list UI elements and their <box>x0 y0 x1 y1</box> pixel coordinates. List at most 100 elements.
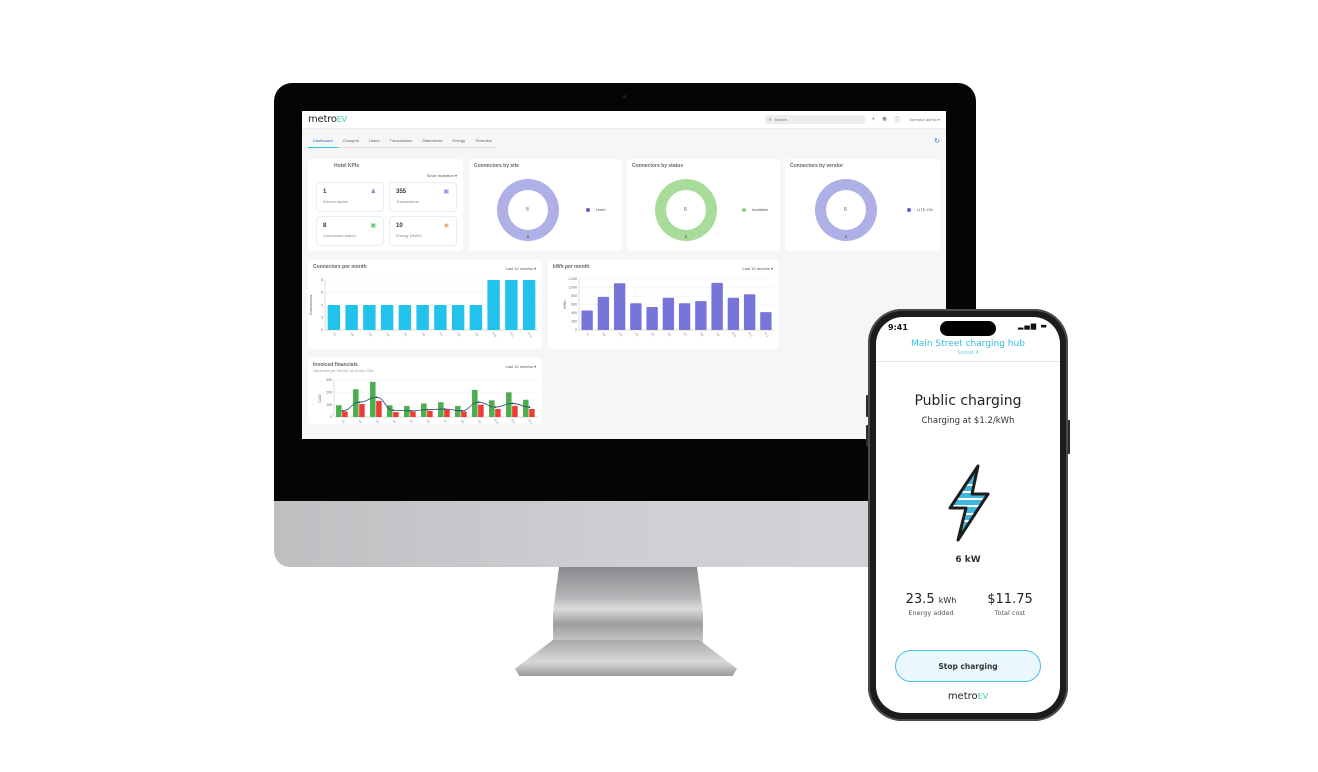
bar <box>469 305 483 330</box>
tab-energy[interactable]: Energy <box>447 137 471 148</box>
cost-bar <box>495 408 501 417</box>
revenue-bar <box>438 402 444 417</box>
tab-timeview[interactable]: Timeview <box>470 137 497 148</box>
connectors-by-site-card: Connectors by site 8 8 Hotel <box>469 159 622 251</box>
bar <box>363 305 376 330</box>
cost-bar <box>410 411 416 417</box>
bar <box>327 305 341 330</box>
legend-item[interactable]: Hotel <box>586 207 605 212</box>
bar <box>522 280 536 330</box>
kpi-energy: 10 Energy (MWh) ◉ <box>389 216 457 246</box>
invoiced-financials-card: Invoiced financials Values are pre Tax/V… <box>308 358 542 424</box>
hub-name: Main Street charging hub <box>911 339 1025 349</box>
donut-slice-label: 8 <box>685 235 687 239</box>
legend-item[interactable]: LITE-ON <box>907 207 933 212</box>
legend-item[interactable]: Available <box>742 207 768 212</box>
revenue-bar <box>506 392 512 417</box>
trend-point <box>494 406 497 409</box>
plus-icon[interactable]: + <box>872 117 876 123</box>
x-tick-label: M6 <box>666 332 672 338</box>
y-axis-label: kWh <box>562 301 567 309</box>
trend-point <box>511 402 514 405</box>
trend-point <box>460 409 463 412</box>
cost-bar <box>444 409 450 417</box>
search-input[interactable]: ⚲ Search <box>764 115 865 124</box>
connectors-by-vendor-card: Connectors by vendor 8 8 LITE-ON <box>785 159 940 251</box>
donut-slice-label: 8 <box>845 235 847 239</box>
kpi-value: 1 <box>323 189 327 195</box>
kpi-label: Connectors added <box>323 233 356 238</box>
x-tick-label: M12 <box>527 418 534 424</box>
x-tick-label: M5 <box>650 332 656 338</box>
status-time: 9:41 <box>888 323 908 332</box>
trend-point <box>477 401 480 404</box>
kwh-per-month-chart: 0 200 400 600 800 1,000 1,200 kWh M1 M2 M3 M4 M5 M6 M7… <box>562 277 774 338</box>
dashboard-screen: metroEV ⚲ Search + ❋ ⓘ Operator admin ▾ … <box>302 111 946 439</box>
revenue-bar <box>489 400 495 417</box>
y-tick-label: 200 <box>326 391 332 395</box>
y-tick-label: 1,000 <box>568 286 577 290</box>
bar <box>613 283 626 330</box>
x-tick-label: M9 <box>715 332 721 338</box>
y-tick-label: 200 <box>571 320 577 324</box>
legend-dot <box>742 207 746 212</box>
x-tick-label: M9 <box>477 419 483 424</box>
revenue-bar <box>523 399 529 417</box>
x-tick-label: M8 <box>456 332 462 338</box>
bar <box>760 312 772 330</box>
legend-label: Hotel <box>596 207 606 212</box>
revenue-bar <box>370 381 376 417</box>
y-tick-label: 2 <box>321 316 323 320</box>
total-cost-value: $11.75 <box>987 592 1033 607</box>
tab-users[interactable]: Users <box>364 137 385 148</box>
cost-bar <box>393 412 399 417</box>
x-tick-label: M11 <box>509 331 516 338</box>
x-tick-label: M9 <box>474 332 480 338</box>
x-tick-label: M10 <box>491 331 498 338</box>
gear-icon[interactable]: ❋ <box>882 116 887 123</box>
cost-bar <box>376 400 382 417</box>
bar <box>678 303 691 330</box>
trend-point <box>443 408 446 410</box>
bar <box>416 305 429 330</box>
trend-point <box>392 409 395 412</box>
stop-charging-button[interactable]: Stop charging <box>895 650 1041 682</box>
kpi-title: Hotel KPIs <box>334 163 360 169</box>
top-bar: metroEV ⚲ Search + ❋ ⓘ Operator admin ▾ <box>302 111 946 129</box>
tab-transactions[interactable]: Transactions <box>384 137 418 148</box>
x-tick-label: M1 <box>585 332 591 338</box>
cost-bar <box>427 410 433 417</box>
invoiced-financials-chart: 0 100 200 300 CAD M1 M2 M3 M4 M5 M6 M7 M8 M9 M10 M11 M12 <box>317 378 538 424</box>
revenue-bar <box>455 405 461 417</box>
user-icon: ♟ <box>370 189 376 195</box>
tab-dashboard[interactable]: Dashboard <box>308 137 338 148</box>
search-placeholder: Search <box>774 117 788 122</box>
tab-chargers[interactable]: Chargers <box>337 137 365 148</box>
legend-dot <box>907 207 911 212</box>
tab-statements[interactable]: Statements <box>417 137 448 148</box>
refresh-icon[interactable]: ↻ <box>934 137 940 145</box>
metroev-logo[interactable]: metroEV <box>308 114 347 125</box>
kpi-range-dropdown[interactable]: Since inception ▾ <box>427 173 457 178</box>
revenue-bar <box>404 405 410 417</box>
cost-bar <box>478 404 484 417</box>
help-icon[interactable]: ⓘ <box>894 115 900 124</box>
energy-added-label: Energy added <box>908 609 954 617</box>
x-tick-label: M2 <box>601 332 607 338</box>
logo-accent: EV <box>977 692 989 701</box>
x-tick-label: M3 <box>618 332 624 338</box>
energy-value: 23.5 <box>905 592 935 607</box>
cost-bar <box>342 411 348 417</box>
connectors-by-status-card: Connectors by status 8 8 Available <box>627 159 780 251</box>
x-tick-label: M5 <box>409 419 415 424</box>
kpi-drivers: 1 Drivers added ♟ <box>316 182 384 212</box>
signal-wifi-battery-icon: ▂▄▆ ▬ <box>1018 322 1048 330</box>
y-tick-label: 4 <box>321 303 323 307</box>
camera <box>623 95 626 98</box>
card-title: Connectors by site <box>474 163 520 169</box>
user-menu[interactable]: Operator admin ▾ <box>909 117 940 122</box>
header-divider <box>876 361 1060 362</box>
bar <box>630 303 642 330</box>
x-tick-label: M10 <box>493 418 500 424</box>
kpi-label: Drivers added <box>323 199 348 204</box>
